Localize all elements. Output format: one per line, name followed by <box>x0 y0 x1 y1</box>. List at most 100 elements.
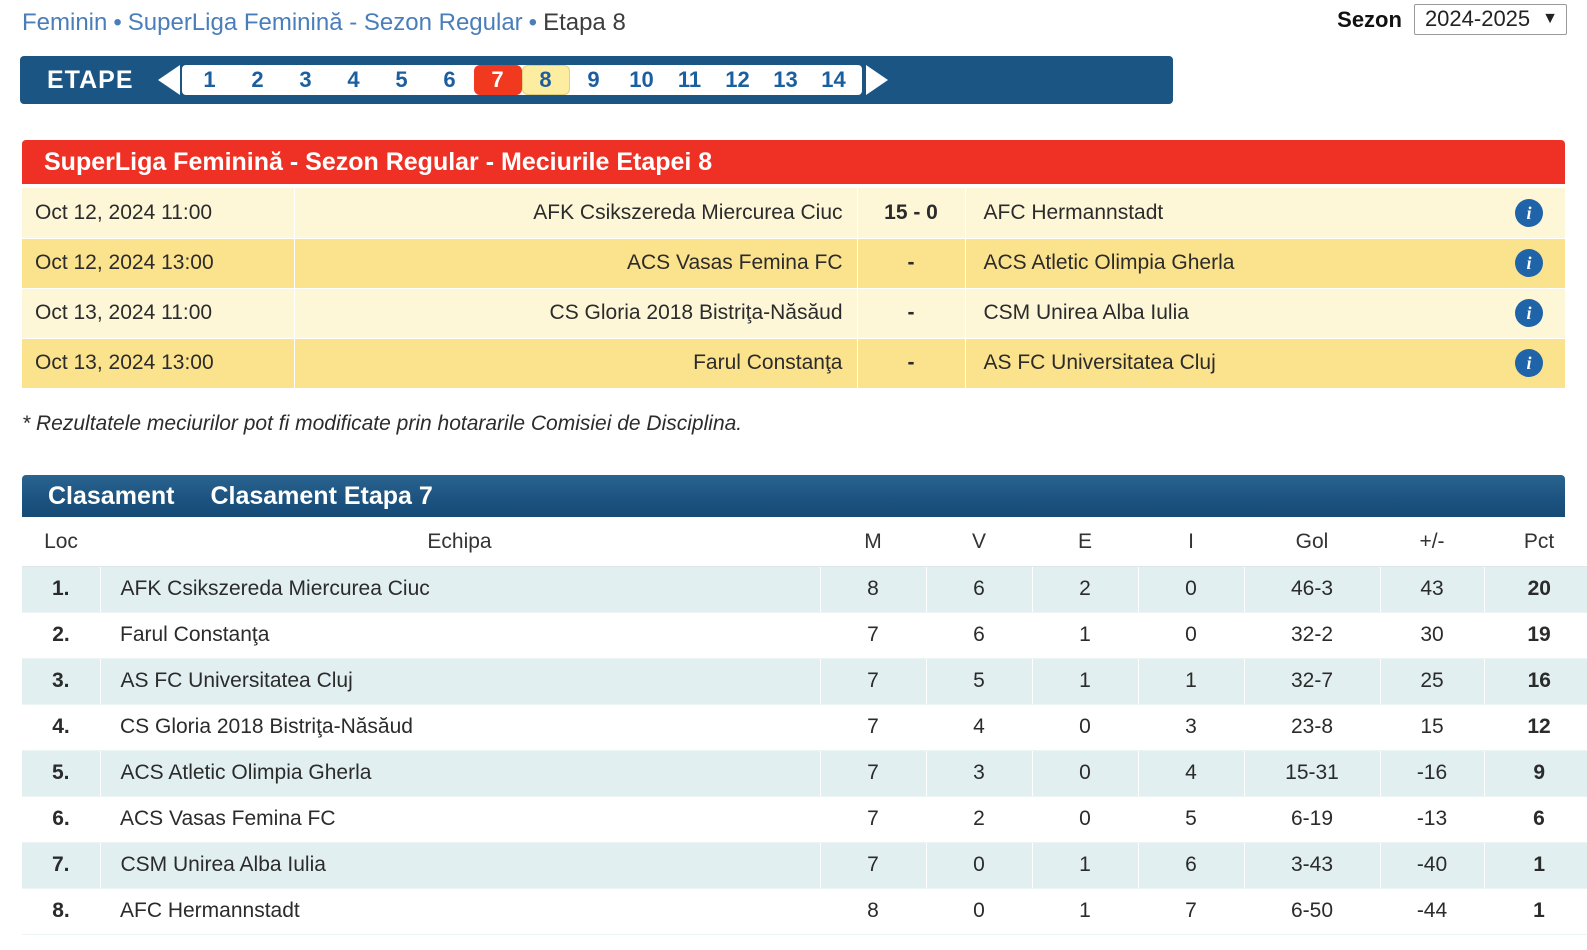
standings-cell-v: 5 <box>925 658 1032 705</box>
standings-cell-m: 7 <box>819 842 926 889</box>
match-row[interactable]: Oct 13, 2024 11:00 CS Gloria 2018 Bistriţ… <box>22 288 1565 339</box>
match-info-cell[interactable]: i <box>1493 238 1565 289</box>
etape-round-4[interactable]: 4 <box>330 65 378 95</box>
season-dropdown[interactable]: 2024-2025 ▼ <box>1413 4 1567 36</box>
tab-clasament-etapa[interactable]: Clasament Etapa 7 <box>192 482 450 511</box>
standings-cell-e: 1 <box>1032 612 1138 659</box>
standings-cell-gol: 46-3 <box>1243 566 1380 613</box>
standings-cell-loc: 7. <box>22 842 101 889</box>
etape-round-list: 1 2 3 4 5 6 7 8 9 10 11 12 13 14 <box>181 65 862 95</box>
standings-cell-team: AFC Hermannstadt <box>100 888 820 935</box>
header-echipa: Echipa <box>100 519 820 567</box>
season-selector: Sezon 2024-2025 ▼ <box>1337 4 1567 36</box>
tab-clasament[interactable]: Clasament <box>30 482 192 511</box>
arrow-left-icon[interactable] <box>157 65 180 95</box>
standings-cell-v: 6 <box>926 612 1032 659</box>
standings-cell-pct: 1 <box>1483 842 1587 889</box>
match-score: 15 - 0 <box>856 188 965 239</box>
standings-cell-i: 0 <box>1138 612 1244 659</box>
etape-round-6[interactable]: 6 <box>426 65 474 95</box>
etape-round-14[interactable]: 14 <box>810 65 858 95</box>
standings-row[interactable]: 4. CS Gloria 2018 Bistriţa-Năsăud 7 4 0 3 23-8… <box>22 704 1587 751</box>
standings-cell-loc: 6. <box>22 796 100 843</box>
info-icon[interactable]: i <box>1515 249 1543 277</box>
standings-cell-team: AS FC Universitatea Cluj <box>100 658 821 705</box>
standings-cell-loc: 3. <box>22 658 101 705</box>
etape-round-7[interactable]: 7 <box>473 65 522 95</box>
match-home-team: CS Gloria 2018 Bistriţa-Năsăud <box>293 288 857 339</box>
match-info-cell[interactable]: i <box>1493 188 1565 239</box>
standings-cell-pct: 19 <box>1484 612 1587 659</box>
standings-row[interactable]: 7. CSM Unirea Alba Iulia 7 0 1 6 3-43 -40 1 <box>22 842 1587 889</box>
standings-cell-pct: 20 <box>1483 566 1587 613</box>
match-row[interactable]: Oct 12, 2024 11:00 AFK Csikszereda Miercu… <box>22 188 1565 239</box>
header-pct: Pct <box>1484 519 1587 567</box>
standings-row[interactable]: 8. AFC Hermannstadt 8 0 1 7 6-50 -44 1 <box>22 888 1587 935</box>
standings-cell-gol: 15-31 <box>1243 750 1380 797</box>
standings-row[interactable]: 6. ACS Vasas Femina FC 7 2 0 5 6-19 -13 6 <box>22 796 1587 843</box>
breadcrumb-competition[interactable]: SuperLiga Feminină - Sezon Regular <box>128 9 523 36</box>
header-m: M <box>820 519 926 567</box>
etape-title: ETAPE <box>47 65 134 94</box>
standings-cell-diferenta: 30 <box>1380 612 1484 659</box>
standings-row[interactable]: 3. AS FC Universitatea Cluj 7 5 1 1 32-7 25 16 <box>22 658 1587 705</box>
etape-round-11[interactable]: 11 <box>666 65 714 95</box>
standings-cell-team: ACS Vasas Femina FC <box>100 796 820 843</box>
standings-cell-v: 6 <box>925 566 1032 613</box>
match-home-team: AFK Csikszereda Miercurea Ciuc <box>293 188 857 239</box>
standings-cell-v: 3 <box>925 750 1032 797</box>
match-row[interactable]: Oct 13, 2024 13:00 Farul Constanţa - AS FC … <box>22 338 1565 389</box>
standings-cell-diferenta: 25 <box>1379 658 1484 705</box>
etape-round-1[interactable]: 1 <box>186 65 234 95</box>
info-icon[interactable]: i <box>1515 349 1543 377</box>
standings-cell-team: CS Gloria 2018 Bistriţa-Năsăud <box>100 704 820 751</box>
standings-row[interactable]: 1. AFK Csikszereda Miercurea Ciuc 8 6 2 0 46-3… <box>22 566 1587 613</box>
standings-cell-e: 1 <box>1031 842 1138 889</box>
standings-cell-v: 2 <box>926 796 1032 843</box>
standings-cell-team: AFK Csikszereda Miercurea Ciuc <box>100 566 821 613</box>
header-i: I <box>1138 519 1244 567</box>
etape-round-13[interactable]: 13 <box>762 65 810 95</box>
etape-round-3[interactable]: 3 <box>282 65 330 95</box>
match-info-cell[interactable]: i <box>1493 338 1565 389</box>
match-score: - <box>856 288 965 339</box>
etape-round-12[interactable]: 12 <box>714 65 762 95</box>
match-info-cell[interactable]: i <box>1493 288 1565 339</box>
etape-round-8[interactable]: 8 <box>521 65 570 95</box>
standings-cell-e: 0 <box>1032 796 1138 843</box>
match-away-team: AFC Hermannstadt <box>964 188 1493 239</box>
standings-cell-gol: 6-19 <box>1244 796 1380 843</box>
arrow-right-icon[interactable] <box>865 65 888 95</box>
etape-round-9[interactable]: 9 <box>570 65 618 95</box>
standings-cell-diferenta: -40 <box>1379 842 1484 889</box>
standings-cell-m: 7 <box>819 658 926 705</box>
top-bar: Feminin • SuperLiga Feminină - Sezon Regul… <box>0 0 1587 46</box>
match-datetime: Oct 13, 2024 11:00 <box>22 288 294 339</box>
info-icon[interactable]: i <box>1515 299 1543 327</box>
breadcrumb-gender[interactable]: Feminin <box>22 9 107 36</box>
standings-cell-pct: 12 <box>1484 704 1587 751</box>
standings-cell-gol: 32-2 <box>1244 612 1380 659</box>
standings-cell-i: 3 <box>1138 704 1244 751</box>
standings-cell-pct: 9 <box>1483 750 1587 797</box>
info-icon[interactable]: i <box>1515 198 1543 227</box>
season-value: 2024-2025 <box>1424 6 1531 31</box>
standings-cell-diferenta: -16 <box>1379 750 1484 797</box>
standings-cell-gol: 32-7 <box>1243 658 1380 705</box>
etape-round-10[interactable]: 10 <box>618 65 666 95</box>
standings-cell-m: 7 <box>820 612 926 659</box>
standings-cell-e: 0 <box>1032 704 1138 751</box>
standings-cell-diferenta: -44 <box>1380 888 1484 935</box>
standings-cell-gol: 23-8 <box>1244 704 1380 751</box>
match-row[interactable]: Oct 12, 2024 13:00 ACS Vasas Femina FC - AC… <box>22 238 1565 289</box>
match-datetime: Oct 12, 2024 11:00 <box>22 188 294 239</box>
standings-cell-v: 0 <box>926 888 1032 935</box>
standings-cell-gol: 3-43 <box>1243 842 1380 889</box>
etape-round-2[interactable]: 2 <box>234 65 282 95</box>
standings-row[interactable]: 2. Farul Constanţa 7 6 1 0 32-2 30 19 <box>22 612 1587 659</box>
etape-navigation: ETAPE 1 2 3 4 5 6 7 8 9 10 11 12 13 14 <box>20 56 1173 104</box>
match-score: - <box>856 338 965 389</box>
standings-cell-diferenta: 43 <box>1379 566 1484 613</box>
etape-round-5[interactable]: 5 <box>378 65 426 95</box>
standings-row[interactable]: 5. ACS Atletic Olimpia Gherla 7 3 0 4 15-31 -16… <box>22 750 1587 797</box>
